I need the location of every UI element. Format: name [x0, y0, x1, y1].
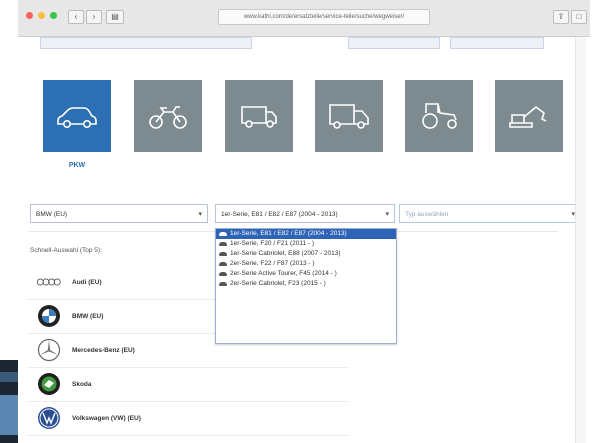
brand-select[interactable]: BMW (EU) ▾ — [30, 204, 208, 223]
audi-logo-icon — [36, 269, 62, 295]
tractor-icon — [422, 103, 457, 129]
brand-item-vw[interactable]: Volkswagen (VW) (EU) — [28, 401, 348, 436]
model-option[interactable]: 2er-Serie Cabriolet, F23 (2015 - ) — [216, 279, 396, 289]
quick-select-label: Schnell-Auswahl (Top 5): — [30, 247, 102, 254]
sidebar-toggle-icon[interactable]: ▤ — [106, 10, 124, 24]
model-select[interactable]: 1er-Serie, E81 / E82 / E87 (2004 - 2013)… — [215, 204, 395, 223]
model-select-value: 1er-Serie, E81 / E82 / E87 (2004 - 2013) — [221, 211, 338, 218]
car-icon — [219, 252, 227, 256]
brand-name: BMW (EU) — [72, 312, 104, 320]
page-content: PKW BMW (EU) ▾ 1er-Serie, E81 / E82 / E8… — [18, 37, 590, 443]
back-button[interactable]: ‹ — [68, 10, 84, 24]
brand-name: Volkswagen (VW) (EU) — [72, 414, 141, 422]
vehicle-tile-excavator[interactable] — [495, 80, 563, 152]
header-bar-right — [450, 37, 544, 49]
address-bar[interactable]: www.kathi.com/de/ersatzteile/service-tei… — [218, 9, 430, 25]
page-scrollbar[interactable] — [575, 37, 586, 443]
truck-icon — [329, 104, 369, 129]
background-photo — [0, 360, 18, 443]
header-bar-left — [40, 37, 252, 49]
vehicle-tile-tractor[interactable] — [405, 80, 473, 152]
browser-toolbar: ‹ › ▤ www.kathi.com/de/ersatzteile/servi… — [18, 0, 590, 37]
header-bar-mid — [348, 37, 440, 49]
mercedes-logo-icon — [36, 337, 62, 363]
close-window-icon[interactable] — [26, 12, 33, 19]
minimize-window-icon[interactable] — [38, 12, 45, 19]
car-icon — [219, 242, 227, 246]
chevron-down-icon: ▾ — [198, 211, 202, 218]
car-icon — [219, 262, 227, 266]
van-icon — [241, 106, 277, 128]
model-option[interactable]: 1er-Serie, E81 / E82 / E87 (2004 - 2013) — [216, 229, 396, 239]
vehicle-tile-motorcycle[interactable] — [134, 80, 202, 152]
brand-name: Skoda — [72, 380, 92, 388]
excavator-icon — [509, 105, 547, 128]
car-icon — [219, 232, 227, 236]
car-icon — [219, 272, 227, 276]
vehicle-tile-van[interactable] — [225, 80, 293, 152]
type-select-placeholder: Typ auswählen — [405, 211, 449, 218]
model-option[interactable]: 2er-Serie, F22 / F87 (2013 - ) — [216, 259, 396, 269]
vehicle-tile-car[interactable] — [43, 80, 111, 152]
vehicle-tile-truck[interactable] — [315, 80, 383, 152]
vehicle-label-pkw: PKW — [68, 162, 86, 169]
chevron-down-icon: ▾ — [385, 211, 389, 218]
model-dropdown-list[interactable]: 1er-Serie, E81 / E82 / E87 (2004 - 2013)… — [215, 228, 397, 344]
window-controls — [26, 12, 57, 19]
vw-logo-icon — [36, 405, 62, 431]
skoda-logo-icon — [36, 371, 62, 397]
brand-item-skoda[interactable]: Skoda — [28, 367, 348, 402]
tabs-button[interactable]: □ — [571, 10, 587, 24]
brand-name: Audi (EU) — [72, 278, 102, 286]
forward-button[interactable]: › — [86, 10, 102, 24]
motorcycle-icon — [149, 106, 187, 129]
brand-select-value: BMW (EU) — [36, 211, 68, 218]
brand-name: Mercedes-Benz (EU) — [72, 346, 135, 354]
model-option[interactable]: 1er-Serie, F20 / F21 (2011 - ) — [216, 239, 396, 249]
car-icon — [219, 282, 227, 286]
share-button[interactable]: ⇪ — [553, 10, 569, 24]
type-select[interactable]: Typ auswählen ▾ — [399, 204, 581, 223]
model-option[interactable]: 2er-Serie Active Tourer, F45 (2014 - ) — [216, 269, 396, 279]
car-icon — [57, 107, 97, 128]
model-option[interactable]: 1er-Serie Cabriolet, E88 (2007 - 2013) — [216, 249, 396, 259]
bmw-logo-icon — [36, 303, 62, 329]
maximize-window-icon[interactable] — [50, 12, 57, 19]
